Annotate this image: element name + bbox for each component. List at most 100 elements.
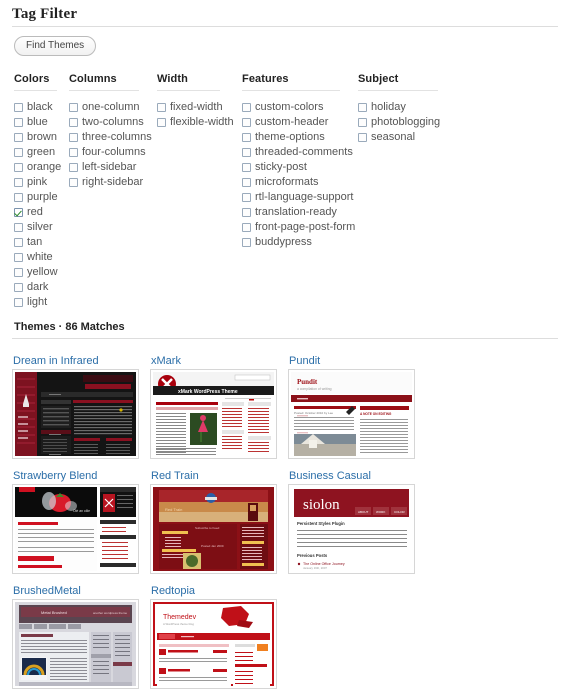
checkbox-icon[interactable] — [14, 283, 23, 292]
checkbox-icon[interactable] — [242, 223, 251, 232]
theme-name-link[interactable]: BrushedMetal — [13, 585, 81, 597]
filter-option-purple[interactable]: purple — [14, 190, 69, 205]
filter-option-three-columns[interactable]: three-columns — [69, 130, 157, 145]
filter-option-label: red — [27, 206, 43, 218]
filter-option-threaded-comments[interactable]: threaded-comments — [242, 145, 358, 160]
checkbox-icon[interactable] — [14, 133, 23, 142]
theme-thumbnail[interactable]: Red Train Subscribe to Feed Posted Jan 2… — [150, 484, 277, 574]
checkbox-icon[interactable] — [14, 253, 23, 262]
filter-option-yellow[interactable]: yellow — [14, 265, 69, 280]
theme-thumbnail[interactable]: Themedev A WordPress theme blog — [150, 599, 277, 689]
checkbox-checked-icon[interactable] — [14, 208, 23, 217]
filter-option-brown[interactable]: brown — [14, 130, 69, 145]
checkbox-icon[interactable] — [157, 103, 166, 112]
filter-option-microformats[interactable]: microformats — [242, 175, 358, 190]
theme-thumbnail[interactable]: Pundit a compilation of writing Posted: … — [288, 369, 415, 459]
find-themes-button[interactable]: Find Themes — [14, 36, 97, 56]
svg-text:Subscribe to Feed: Subscribe to Feed — [195, 526, 220, 530]
checkbox-icon[interactable] — [69, 103, 78, 112]
theme-name-link[interactable]: Red Train — [151, 470, 199, 482]
filter-option-buddypress[interactable]: buddypress — [242, 235, 358, 250]
filter-option-front-page-post-form[interactable]: front-page-post-form — [242, 220, 358, 235]
filter-option-sticky-post[interactable]: sticky-post — [242, 160, 358, 175]
theme-name-link[interactable]: Business Casual — [289, 470, 371, 482]
filter-option-left-sidebar[interactable]: left-sidebar — [69, 160, 157, 175]
filter-option-rtl-language-support[interactable]: rtl-language-support — [242, 190, 358, 205]
checkbox-icon[interactable] — [242, 238, 251, 247]
checkbox-icon[interactable] — [14, 118, 23, 127]
theme-thumbnail[interactable]: xMark WordPress Theme — [150, 369, 277, 459]
svg-text:COLOR: COLOR — [394, 510, 406, 514]
checkbox-icon[interactable] — [69, 118, 78, 127]
checkbox-icon[interactable] — [358, 133, 367, 142]
checkbox-icon[interactable] — [242, 118, 251, 127]
checkbox-icon[interactable] — [14, 298, 23, 307]
checkbox-icon[interactable] — [242, 163, 251, 172]
filter-option-one-column[interactable]: one-column — [69, 100, 157, 115]
checkbox-icon[interactable] — [14, 193, 23, 202]
theme-name-link[interactable]: Strawberry Blend — [13, 470, 97, 482]
checkbox-icon[interactable] — [242, 208, 251, 217]
filter-option-silver[interactable]: silver — [14, 220, 69, 235]
theme-name-link[interactable]: xMark — [151, 355, 181, 367]
filter-option-orange[interactable]: orange — [14, 160, 69, 175]
filter-option-dark[interactable]: dark — [14, 280, 69, 295]
theme-name-link[interactable]: Redtopia — [151, 585, 195, 597]
checkbox-icon[interactable] — [14, 103, 23, 112]
checkbox-icon[interactable] — [242, 193, 251, 202]
filter-option-white[interactable]: white — [14, 250, 69, 265]
filter-option-seasonal[interactable]: seasonal — [358, 130, 468, 145]
filter-option-photoblogging[interactable]: photoblogging — [358, 115, 468, 130]
checkbox-icon[interactable] — [69, 178, 78, 187]
checkbox-icon[interactable] — [14, 268, 23, 277]
filter-option-custom-colors[interactable]: custom-colors — [242, 100, 358, 115]
theme-name-link[interactable]: Pundit — [289, 355, 320, 367]
theme-card: Strawberry Blend Olé an ollie — [12, 466, 150, 574]
filter-option-black[interactable]: black — [14, 100, 69, 115]
filter-option-red[interactable]: red — [14, 205, 69, 220]
filter-option-label: light — [27, 296, 48, 308]
checkbox-icon[interactable] — [242, 133, 251, 142]
checkbox-icon[interactable] — [242, 103, 251, 112]
svg-text:Posted Jan 2009: Posted Jan 2009 — [201, 544, 224, 548]
theme-name-link[interactable]: Dream in Infrared — [13, 355, 99, 367]
filter-option-four-columns[interactable]: four-columns — [69, 145, 157, 160]
checkbox-icon[interactable] — [14, 178, 23, 187]
filter-option-two-columns[interactable]: two-columns — [69, 115, 157, 130]
filter-option-pink[interactable]: pink — [14, 175, 69, 190]
checkbox-icon[interactable] — [69, 148, 78, 157]
checkbox-icon[interactable] — [242, 178, 251, 187]
checkbox-icon[interactable] — [14, 163, 23, 172]
filter-option-label: white — [27, 251, 53, 263]
checkbox-icon[interactable] — [69, 133, 78, 142]
checkbox-icon[interactable] — [242, 148, 251, 157]
filter-option-light[interactable]: light — [14, 295, 69, 310]
filter-option-label: microformats — [255, 176, 319, 188]
svg-text:January 19th, 2007: January 19th, 2007 — [303, 566, 327, 570]
checkbox-icon[interactable] — [14, 148, 23, 157]
filter-option-label: fixed-width — [170, 101, 223, 113]
theme-preview-image: siolon ABOUT WORK COLOR Persistent Style… — [291, 487, 412, 571]
theme-thumbnail[interactable]: Metal Brushed another wordpress theme — [12, 599, 139, 689]
theme-thumbnail[interactable]: siolon ABOUT WORK COLOR Persistent Style… — [288, 484, 415, 574]
filter-option-fixed-width[interactable]: fixed-width — [157, 100, 242, 115]
filter-option-holiday[interactable]: holiday — [358, 100, 468, 115]
filter-option-tan[interactable]: tan — [14, 235, 69, 250]
filter-option-blue[interactable]: blue — [14, 115, 69, 130]
filter-option-custom-header[interactable]: custom-header — [242, 115, 358, 130]
theme-thumbnail[interactable] — [12, 369, 139, 459]
checkbox-icon[interactable] — [157, 118, 166, 127]
filter-option-green[interactable]: green — [14, 145, 69, 160]
checkbox-icon[interactable] — [14, 238, 23, 247]
theme-thumbnail[interactable]: Olé an ollie — [12, 484, 139, 574]
checkbox-icon[interactable] — [14, 223, 23, 232]
filter-option-theme-options[interactable]: theme-options — [242, 130, 358, 145]
theme-card: Red Train Red Train Subscribe to Feed Po… — [150, 466, 288, 574]
filter-column-divider — [69, 90, 139, 91]
checkbox-icon[interactable] — [69, 163, 78, 172]
filter-option-right-sidebar[interactable]: right-sidebar — [69, 175, 157, 190]
checkbox-icon[interactable] — [358, 118, 367, 127]
filter-option-flexible-width[interactable]: flexible-width — [157, 115, 242, 130]
checkbox-icon[interactable] — [358, 103, 367, 112]
filter-option-translation-ready[interactable]: translation-ready — [242, 205, 358, 220]
